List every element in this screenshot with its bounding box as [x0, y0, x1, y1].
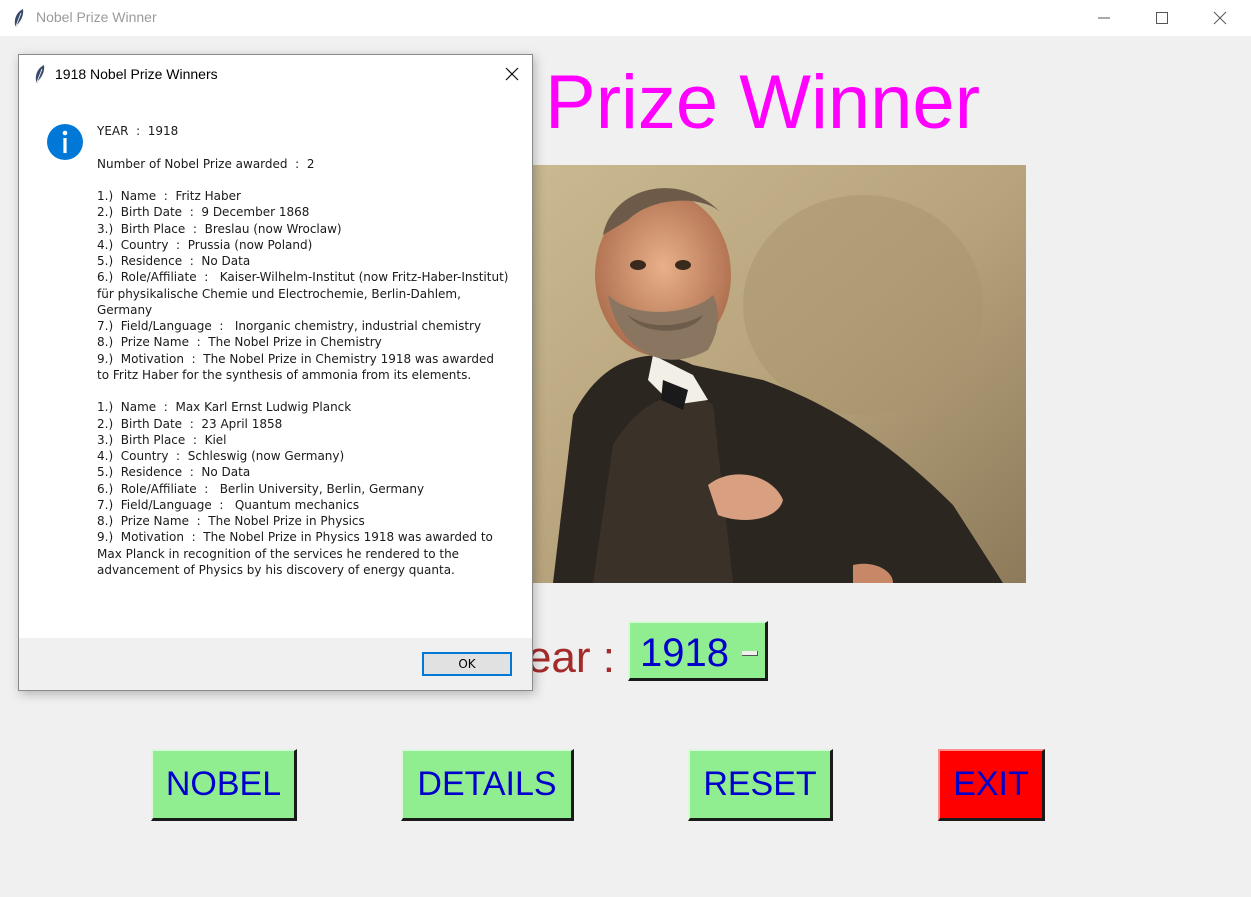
maximize-icon [1156, 12, 1168, 24]
window-title: Nobel Prize Winner [36, 9, 157, 25]
maximize-button[interactable] [1133, 0, 1191, 36]
dialog-titlebar[interactable]: 1918 Nobel Prize Winners [19, 55, 532, 93]
winner-1-field: 7.) Field/Language : Inorganic chemistry… [97, 319, 482, 333]
dialog-title: 1918 Nobel Prize Winners [55, 66, 218, 82]
feather-icon [35, 65, 45, 83]
winner-2-prize-name: 8.) Prize Name : The Nobel Prize in Phys… [97, 514, 365, 528]
winner-1-residence: 5.) Residence : No Data [97, 254, 251, 268]
window-titlebar[interactable]: Nobel Prize Winner [0, 0, 1251, 36]
winner-1-birth-place: 3.) Birth Place : Breslau (now Wroclaw) [97, 221, 342, 236]
winner-1-motivation: 9.) Motivation : The Nobel Prize in Chem… [97, 351, 498, 382]
year-line: YEAR : 1918 [97, 124, 179, 138]
dialog-message: YEAR : 1918 Number of Nobel Prize awarde… [97, 123, 509, 578]
dialog-close-button[interactable] [497, 61, 527, 87]
winner-2-motivation: 9.) Motivation : The Nobel Prize in Phys… [97, 530, 497, 577]
winner-1-affiliate: 6.) Role/Affiliate : Kaiser-Wilhelm-Inst… [97, 270, 513, 317]
winner-2-affiliate: 6.) Role/Affiliate : Berlin University, … [97, 481, 425, 496]
dialog-footer: OK [19, 638, 532, 690]
winner-2-birth-place: 3.) Birth Place : Kiel [97, 432, 227, 447]
exit-button[interactable]: EXIT [938, 749, 1045, 821]
minimize-icon [1098, 17, 1110, 19]
winner-2-country: 4.) Country : Schleswig (now Germany) [97, 449, 345, 463]
winner-portrait [533, 165, 1026, 583]
year-value: 1918 [640, 631, 729, 675]
info-dialog: 1918 Nobel Prize Winners YEAR : 1918 Num… [18, 54, 533, 691]
details-button[interactable]: DETAILS [401, 749, 574, 821]
winner-1-prize-name: 8.) Prize Name : The Nobel Prize in Chem… [97, 335, 382, 350]
count-line: Number of Nobel Prize awarded : 2 [97, 156, 315, 171]
winner-2-birth-date: 2.) Birth Date : 23 April 1858 [97, 416, 283, 431]
winner-1-country: 4.) Country : Prussia (now Poland) [97, 237, 313, 252]
close-icon [1213, 11, 1227, 25]
ok-button[interactable]: OK [422, 652, 512, 676]
winner-2-residence: 5.) Residence : No Data [97, 465, 251, 480]
winner-1-birth-date: 2.) Birth Date : 9 December 1868 [97, 205, 310, 220]
winner-2-field: 7.) Field/Language : Quantum mechanics [97, 497, 360, 512]
info-icon [47, 124, 83, 160]
year-dropdown[interactable]: 1918 [628, 621, 768, 681]
dropdown-indicator-icon [742, 651, 758, 656]
nobel-button[interactable]: NOBEL [151, 749, 297, 821]
minimize-button[interactable] [1075, 0, 1133, 36]
feather-icon [14, 9, 24, 27]
winner-1-name: 1.) Name : Fritz Haber [97, 189, 241, 203]
close-button[interactable] [1191, 0, 1249, 36]
close-icon [505, 67, 519, 81]
reset-button[interactable]: RESET [688, 749, 833, 821]
winner-2-name: 1.) Name : Max Karl Ernst Ludwig Planck [97, 400, 352, 415]
